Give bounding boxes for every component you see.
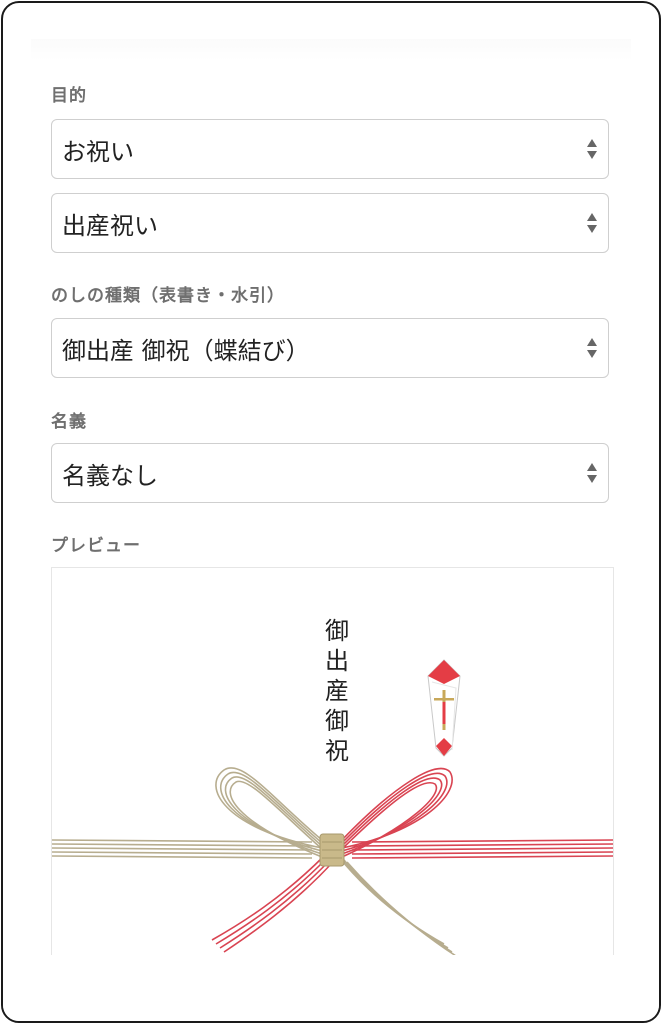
name-select[interactable]: 名義なし (51, 443, 609, 503)
top-band (31, 39, 631, 61)
select-arrows-icon (587, 463, 597, 483)
noshi-type-select-value: 御出産 御祝（蝶結び） (62, 336, 310, 365)
subpurpose-select[interactable]: 出産祝い (51, 193, 609, 253)
preview-label: プレビュー (51, 536, 141, 556)
name-select-value: 名義なし (62, 461, 158, 490)
panel-frame: 目的 お祝い 出産祝い のしの種類（表書き・水引） 御出産 御祝（蝶結び） 名義… (1, 1, 661, 1023)
bottom-area (3, 955, 659, 1021)
purpose-select[interactable]: お祝い (51, 119, 609, 179)
purpose-label: 目的 (51, 86, 87, 106)
noshi-ornament-icon (427, 659, 461, 757)
select-arrows-icon (587, 338, 597, 358)
select-arrows-icon (587, 139, 597, 159)
noshi-type-label: のしの種類（表書き・水引） (51, 286, 285, 306)
purpose-select-value: お祝い (62, 137, 134, 166)
name-label: 名義 (51, 412, 87, 432)
subpurpose-select-value: 出産祝い (62, 211, 158, 240)
noshi-preview: 御 出 産 御 祝 (51, 567, 614, 988)
noshi-type-select[interactable]: 御出産 御祝（蝶結び） (51, 318, 609, 378)
omotegaki-text: 御 出 産 御 祝 (325, 617, 349, 765)
select-arrows-icon (587, 213, 597, 233)
mizuhiki-bow-icon (52, 767, 613, 957)
